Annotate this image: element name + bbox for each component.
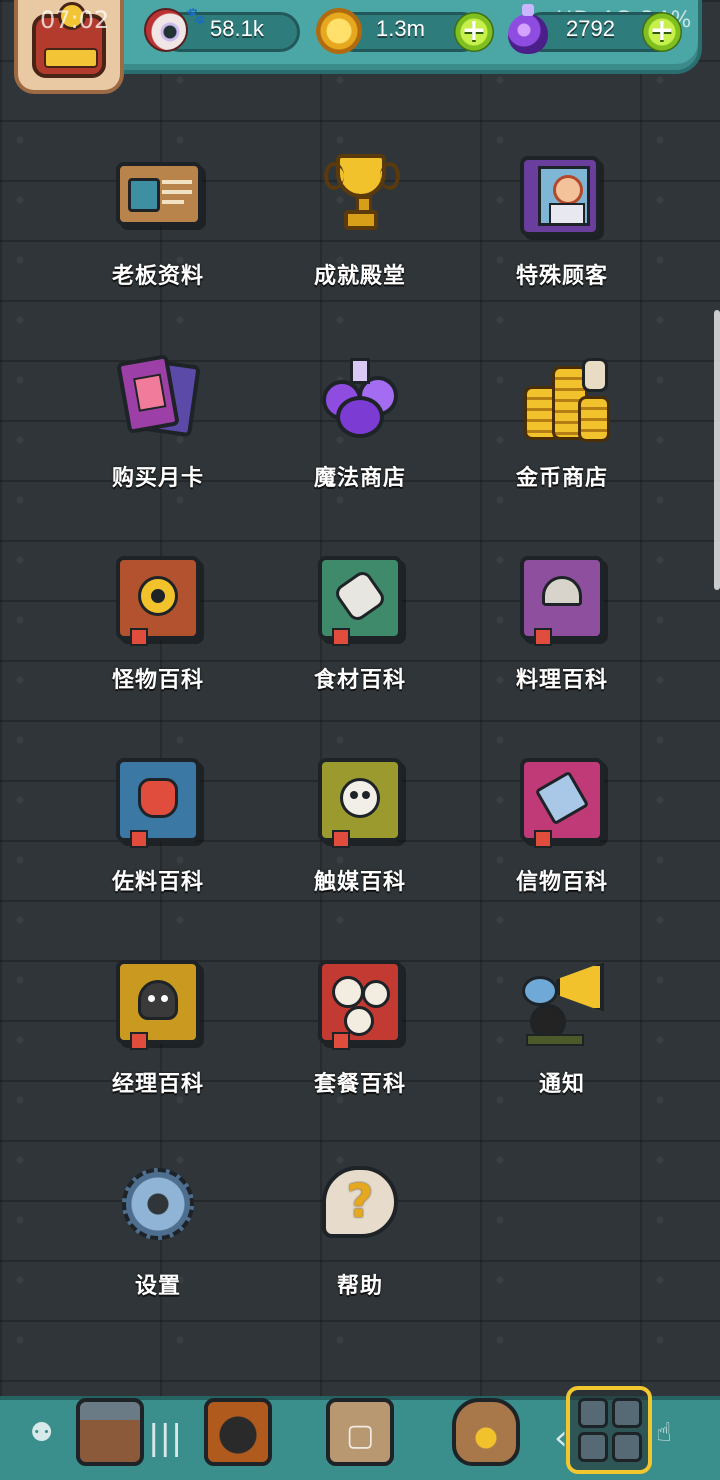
touch-gesture-icon[interactable]: ☝: [656, 1418, 672, 1448]
menu-item-help[interactable]: ? 帮助: [260, 1150, 460, 1320]
menu-item-combo-encyclopedia[interactable]: 套餐百科: [260, 948, 460, 1118]
menu-item-label: 怪物百科: [111, 668, 204, 693]
boss-id-card-icon: [112, 148, 204, 240]
help-question-icon: ?: [314, 1158, 406, 1250]
menu-item-monster-encyclopedia[interactable]: 怪物百科: [58, 544, 258, 714]
bottom-nav: ⚉ ||| ▢ ‹ ☝: [0, 1386, 720, 1480]
menu-item-label: 食材百科: [313, 668, 406, 693]
gold-coin-icon: [316, 8, 362, 54]
menu-item-achievements[interactable]: 成就殿堂: [260, 140, 460, 310]
menu-item-label: 通知: [538, 1072, 585, 1097]
menu-item-notifications[interactable]: 通知: [462, 948, 662, 1118]
menu-item-seasoning-encyclopedia[interactable]: 佐料百科: [58, 746, 258, 916]
gear-icon: [112, 1158, 204, 1250]
manager-book-icon: [112, 956, 204, 1050]
monster-cage-icon: [204, 1398, 272, 1466]
nav-bag[interactable]: [442, 1392, 530, 1478]
trophy-icon: [314, 148, 406, 240]
potions-count: 2792: [566, 16, 615, 41]
menu-item-label: 信物百科: [515, 870, 608, 895]
eyes-count: 58.1k: [210, 16, 264, 41]
menu-item-label: 设置: [134, 1274, 181, 1299]
megaphone-icon: [516, 956, 608, 1048]
cuisine-book-icon: [516, 552, 608, 646]
game-controller-icon[interactable]: ⚉: [30, 1418, 53, 1448]
menu-item-gold-shop[interactable]: 金币商店: [462, 342, 662, 512]
menu-item-label: 料理百科: [515, 668, 608, 693]
menu-item-label: 套餐百科: [313, 1072, 406, 1097]
scrollbar[interactable]: [714, 310, 720, 590]
paw-icon: 🐾: [186, 6, 206, 25]
menu-item-special-customers[interactable]: 特殊顾客: [462, 140, 662, 310]
magic-potions-icon: [314, 350, 406, 442]
menu-item-label: 魔法商店: [313, 466, 406, 491]
menu-item-label: 金币商店: [515, 466, 608, 491]
combo-meal-book-icon: [314, 956, 406, 1050]
menu-item-label: 老板资料: [111, 264, 204, 289]
special-customer-portrait-icon: [516, 148, 608, 240]
ingredient-book-icon: [314, 552, 406, 646]
nav-monsters[interactable]: [194, 1392, 282, 1478]
monster-book-icon: [112, 552, 204, 646]
menu-item-label: 成就殿堂: [313, 264, 406, 289]
recent-apps-icon[interactable]: |||: [148, 1418, 182, 1458]
menu-item-label: 佐料百科: [111, 870, 204, 895]
menu-item-token-encyclopedia[interactable]: 信物百科: [462, 746, 662, 916]
menu-item-ingredient-encyclopedia[interactable]: 食材百科: [260, 544, 460, 714]
seasoning-book-icon: [112, 754, 204, 848]
menu-item-label: 触媒百科: [313, 870, 406, 895]
nav-more[interactable]: [566, 1386, 652, 1474]
status-time: 07:02: [40, 6, 110, 34]
coins-count: 1.3m: [376, 16, 425, 41]
menu-item-label: 经理百科: [111, 1072, 204, 1097]
menu-item-catalyst-encyclopedia[interactable]: 触媒百科: [260, 746, 460, 916]
add-potions-button[interactable]: +: [642, 12, 682, 52]
menu-item-monthly-card[interactable]: 购买月卡: [58, 342, 258, 512]
menu-item-manager-encyclopedia[interactable]: 经理百科: [58, 948, 258, 1118]
monthly-card-icon: [112, 350, 204, 442]
purple-potion-icon: [508, 4, 548, 54]
menu-item-label: 购买月卡: [111, 466, 204, 491]
add-coins-button[interactable]: +: [454, 12, 494, 52]
menu-item-magic-shop[interactable]: 魔法商店: [260, 342, 460, 512]
menu-item-boss-profile[interactable]: 老板资料: [58, 140, 258, 310]
menu-item-label: 帮助: [336, 1274, 383, 1299]
menu-item-label: 特殊顾客: [515, 264, 608, 289]
menu-item-cuisine-encyclopedia[interactable]: 料理百科: [462, 544, 662, 714]
catalyst-book-icon: [314, 754, 406, 848]
money-bag-icon: [452, 1398, 520, 1466]
nav-restaurant[interactable]: [66, 1392, 154, 1478]
gold-coins-stack-icon: [516, 350, 610, 442]
menu-item-settings[interactable]: 设置: [58, 1150, 258, 1320]
home-button-icon[interactable]: ▢: [346, 1418, 374, 1453]
token-book-icon: [516, 754, 608, 848]
restaurant-building-icon: [76, 1398, 144, 1466]
eyeball-icon: [144, 8, 188, 52]
